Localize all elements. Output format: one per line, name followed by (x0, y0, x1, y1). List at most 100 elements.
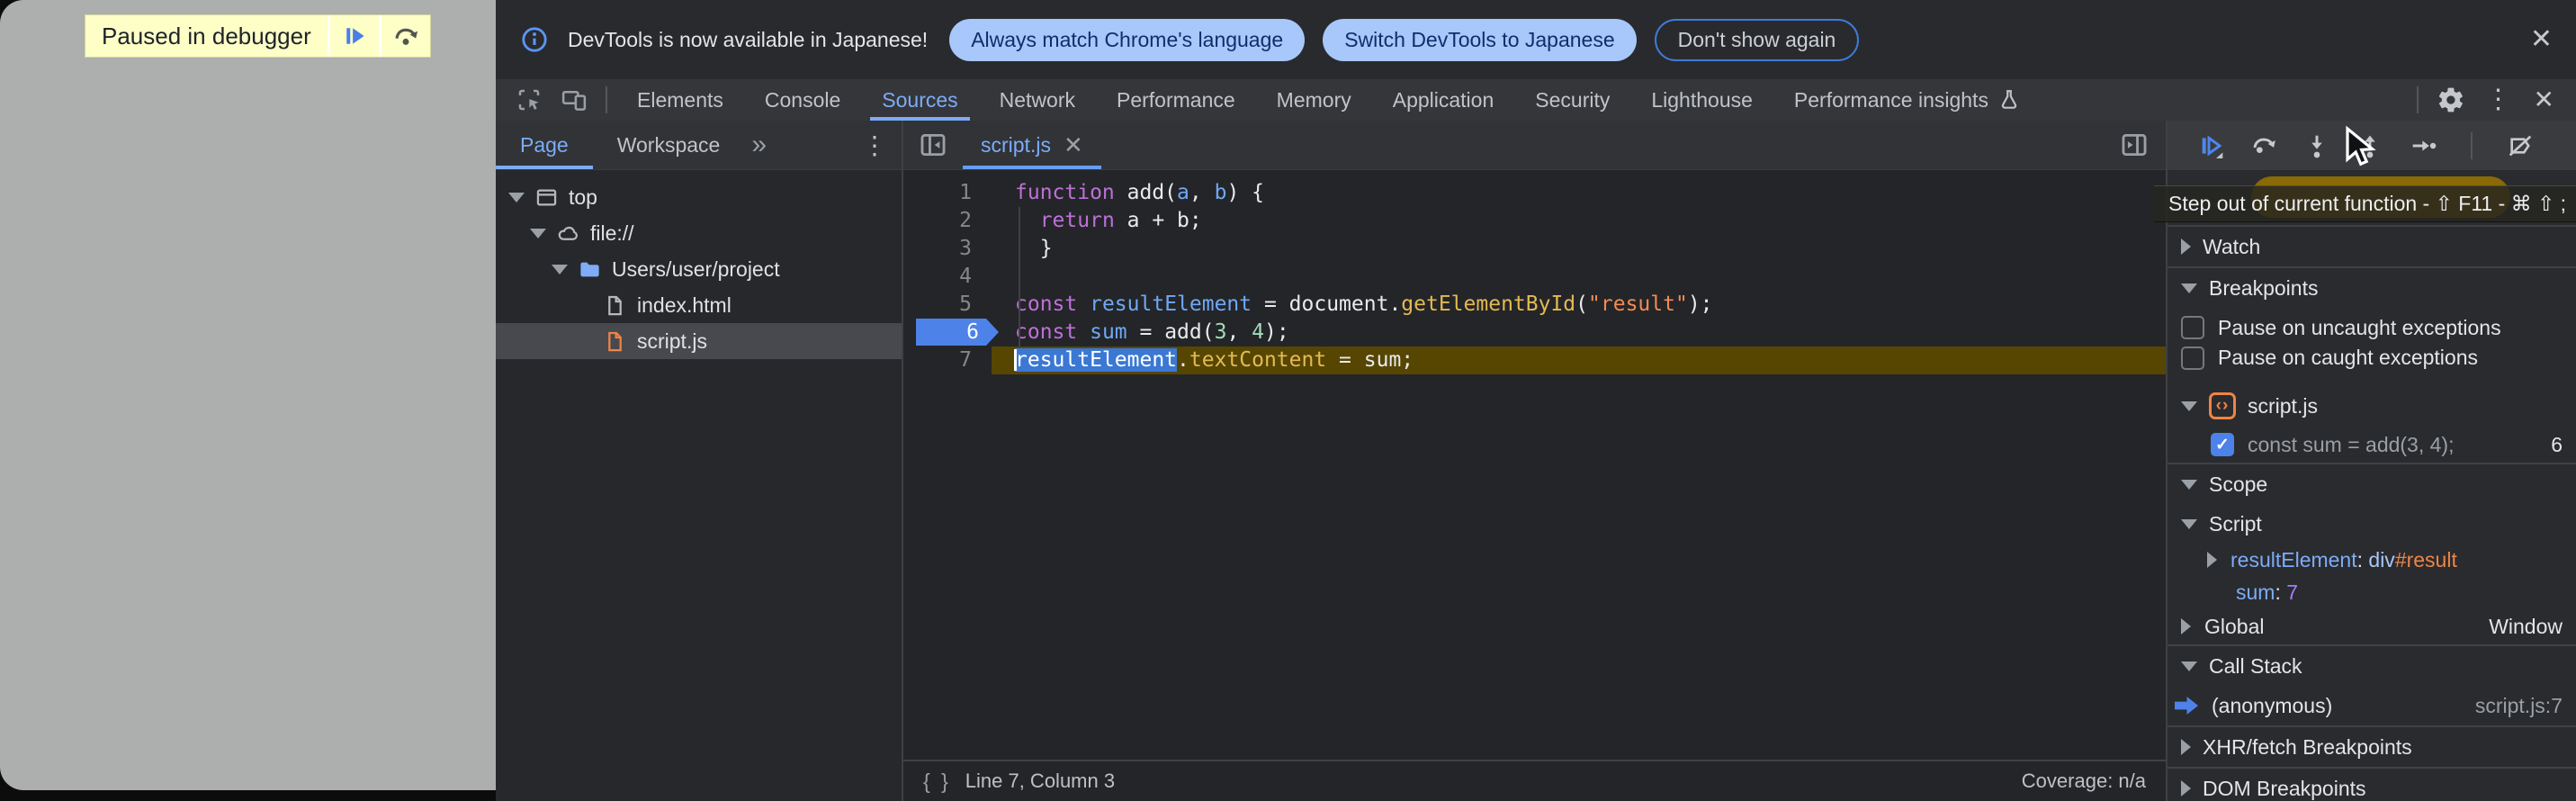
checkbox[interactable] (2181, 346, 2204, 370)
hide-navigator-icon[interactable] (918, 130, 948, 160)
selected-token: resultElement (1015, 348, 1177, 372)
expand-arrow-icon[interactable] (530, 229, 546, 238)
section-header-watch[interactable]: Watch (2168, 225, 2576, 266)
tree-item-users-user-project[interactable]: Users/user/project (496, 251, 902, 287)
tab-workspace[interactable]: Workspace (593, 121, 745, 169)
deactivate-breakpoints-button[interactable] (2506, 131, 2535, 160)
code-line-4[interactable] (992, 263, 2166, 291)
call-stack-frame--anonymous-[interactable]: (anonymous)script.js:7 (2168, 686, 2576, 725)
tree-item-top[interactable]: top (496, 179, 902, 215)
dont-show-again-button[interactable]: Don't show again (1655, 19, 1860, 61)
resume-script-button[interactable] (330, 15, 379, 57)
always-match-language-button[interactable]: Always match Chrome's language (949, 19, 1305, 61)
scope-variable-sum[interactable]: sum: 7 (2168, 576, 2576, 608)
section-title: Watch (2203, 235, 2260, 259)
step-over-button[interactable] (2249, 131, 2278, 160)
tab-network[interactable]: Network (979, 79, 1096, 121)
notification-close-icon[interactable]: ✕ (2530, 26, 2553, 53)
hide-debugger-sidebar-icon[interactable] (2119, 130, 2150, 160)
breakpoint-marker[interactable]: 6 (916, 319, 999, 346)
more-tabs-chevron-icon[interactable]: » (751, 130, 767, 160)
line-number-1[interactable]: 1 (903, 179, 992, 207)
line-number-3[interactable]: 3 (903, 235, 992, 263)
expand-arrow-icon[interactable] (2181, 238, 2191, 255)
file-name: script.js (2248, 394, 2318, 418)
devtools-window: DevTools is now available in Japanese! A… (496, 0, 2576, 801)
tab-page[interactable]: Page (496, 121, 593, 169)
expand-arrow-icon[interactable] (508, 193, 525, 202)
tree-item-index-html[interactable]: index.html (496, 287, 902, 323)
tab-console[interactable]: Console (744, 79, 861, 121)
code-line-2[interactable]: return a + b; (992, 207, 2166, 235)
tab-performance-insights[interactable]: Performance insights (1773, 79, 2042, 121)
section-header-scope[interactable]: Scope (2168, 463, 2576, 504)
more-options-kebab-icon[interactable]: ⋮ (2485, 86, 2512, 113)
code-lines[interactable]: function add(a, b) { return a + b; } cons… (992, 179, 2166, 760)
inspect-element-icon[interactable] (516, 86, 543, 113)
tab-sources[interactable]: Sources (861, 79, 978, 121)
navigator-kebab-icon[interactable]: ⋮ (862, 130, 887, 160)
code-token: function (1015, 181, 1115, 204)
section-title: XHR/fetch Breakpoints (2203, 735, 2412, 760)
tree-item-file-[interactable]: file:// (496, 215, 902, 251)
variable-value: #result (2395, 548, 2457, 572)
checkbox[interactable] (2181, 316, 2204, 339)
checkbox-row-pause-on-uncaught-exceptions[interactable]: Pause on uncaught exceptions (2168, 308, 2576, 341)
tab-application[interactable]: Application (1372, 79, 1515, 121)
checkbox-row-pause-on-caught-exceptions[interactable]: Pause on caught exceptions (2168, 341, 2576, 374)
expand-arrow-icon[interactable] (2181, 519, 2197, 529)
section-header-xhr-fetch-breakpoints[interactable]: XHR/fetch Breakpoints (2168, 725, 2576, 767)
frame-name: (anonymous) (2212, 694, 2332, 718)
expand-arrow-icon[interactable] (2181, 480, 2197, 490)
code-editor[interactable]: 1234567 function add(a, b) { return a + … (903, 170, 2166, 760)
scope-row-global[interactable]: GlobalWindow (2168, 608, 2576, 644)
scope-variable-resultelement[interactable]: resultElement: div#result (2168, 544, 2576, 576)
section-header-dom-breakpoints[interactable]: DOM Breakpoints (2168, 767, 2576, 801)
editor-tab-scriptjs[interactable]: script.js ✕ (963, 121, 1101, 169)
expand-arrow-icon[interactable] (2181, 739, 2191, 755)
tab-memory[interactable]: Memory (1256, 79, 1372, 121)
expand-arrow-icon[interactable] (552, 265, 568, 274)
step-into-button[interactable] (2302, 131, 2331, 160)
settings-gear-icon[interactable] (2437, 86, 2465, 114)
line-number-5[interactable]: 5 (903, 291, 992, 319)
close-devtools-icon[interactable]: ✕ (2534, 87, 2554, 112)
tree-item-script-js[interactable]: script.js (496, 323, 902, 359)
section-header-call-stack[interactable]: Call Stack (2168, 644, 2576, 686)
resume-button[interactable] (2196, 131, 2225, 160)
tree-item-label: file:// (590, 221, 634, 246)
expand-arrow-icon[interactable] (2181, 401, 2197, 411)
code-line-1[interactable]: function add(a, b) { (992, 179, 2166, 207)
scope-group-script[interactable]: Script (2168, 504, 2576, 544)
close-tab-icon[interactable]: ✕ (1064, 131, 1083, 159)
code-line-6[interactable]: const sum = add(3, 4); (992, 319, 2166, 346)
step-over-page-button[interactable] (381, 15, 430, 57)
line-number-7[interactable]: 7 (903, 346, 992, 374)
tab-lighthouse[interactable]: Lighthouse (1630, 79, 1773, 121)
breakpoint-checkbox[interactable]: ✓ (2211, 433, 2234, 456)
breakpoint-entry[interactable]: ✓const sum = add(3, 4);6 (2168, 427, 2576, 463)
expand-arrow-icon[interactable] (2181, 780, 2191, 796)
breakpoint-line-number: 6 (2551, 433, 2563, 457)
line-number-2[interactable]: 2 (903, 207, 992, 235)
expand-arrow-icon[interactable] (2181, 662, 2197, 671)
code-line-7-execution[interactable]: resultElement.textContent = sum; (992, 346, 2166, 374)
tab-label: Memory (1277, 88, 1351, 112)
step-button[interactable] (2409, 131, 2437, 160)
line-number-4[interactable]: 4 (903, 263, 992, 291)
section-header-breakpoints[interactable]: Breakpoints (2168, 266, 2576, 308)
tab-security[interactable]: Security (1514, 79, 1630, 121)
line-number-6[interactable]: 6 (903, 319, 992, 346)
tab-performance[interactable]: Performance (1096, 79, 1256, 121)
toggle-device-toolbar-icon[interactable] (561, 86, 588, 113)
tab-elements[interactable]: Elements (616, 79, 744, 121)
expand-arrow-icon[interactable] (2181, 284, 2197, 293)
expand-arrow-icon[interactable] (2207, 552, 2217, 568)
line-number-gutter[interactable]: 1234567 (903, 179, 992, 760)
switch-devtools-japanese-button[interactable]: Switch DevTools to Japanese (1323, 19, 1636, 61)
expand-arrow-icon[interactable] (2181, 618, 2191, 634)
debugger-sidebar: Watch BreakpointsPause on uncaught except… (2166, 121, 2576, 801)
code-line-5[interactable]: const resultElement = document.getElemen… (992, 291, 2166, 319)
breakpoint-file-group-script-js[interactable]: ‹›script.js (2168, 385, 2576, 427)
code-line-3[interactable]: } (992, 235, 2166, 263)
